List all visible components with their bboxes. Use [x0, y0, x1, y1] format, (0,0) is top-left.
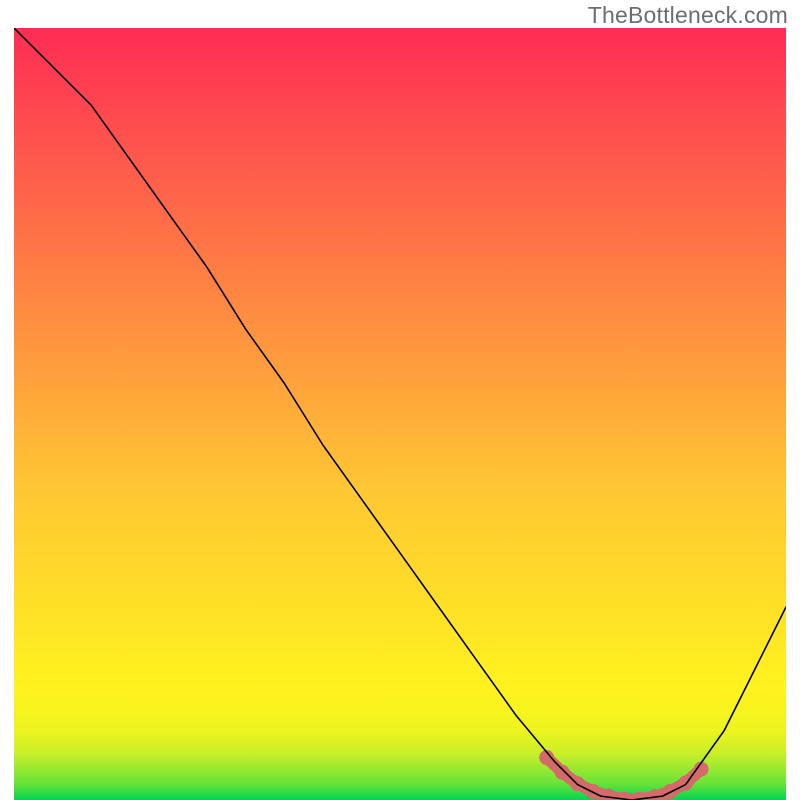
- gradient-background: [14, 28, 786, 800]
- watermark-label: TheBottleneck.com: [588, 2, 788, 29]
- chart-frame: TheBottleneck.com: [0, 0, 800, 800]
- chart-svg: [14, 28, 786, 800]
- plot-area: [14, 28, 786, 800]
